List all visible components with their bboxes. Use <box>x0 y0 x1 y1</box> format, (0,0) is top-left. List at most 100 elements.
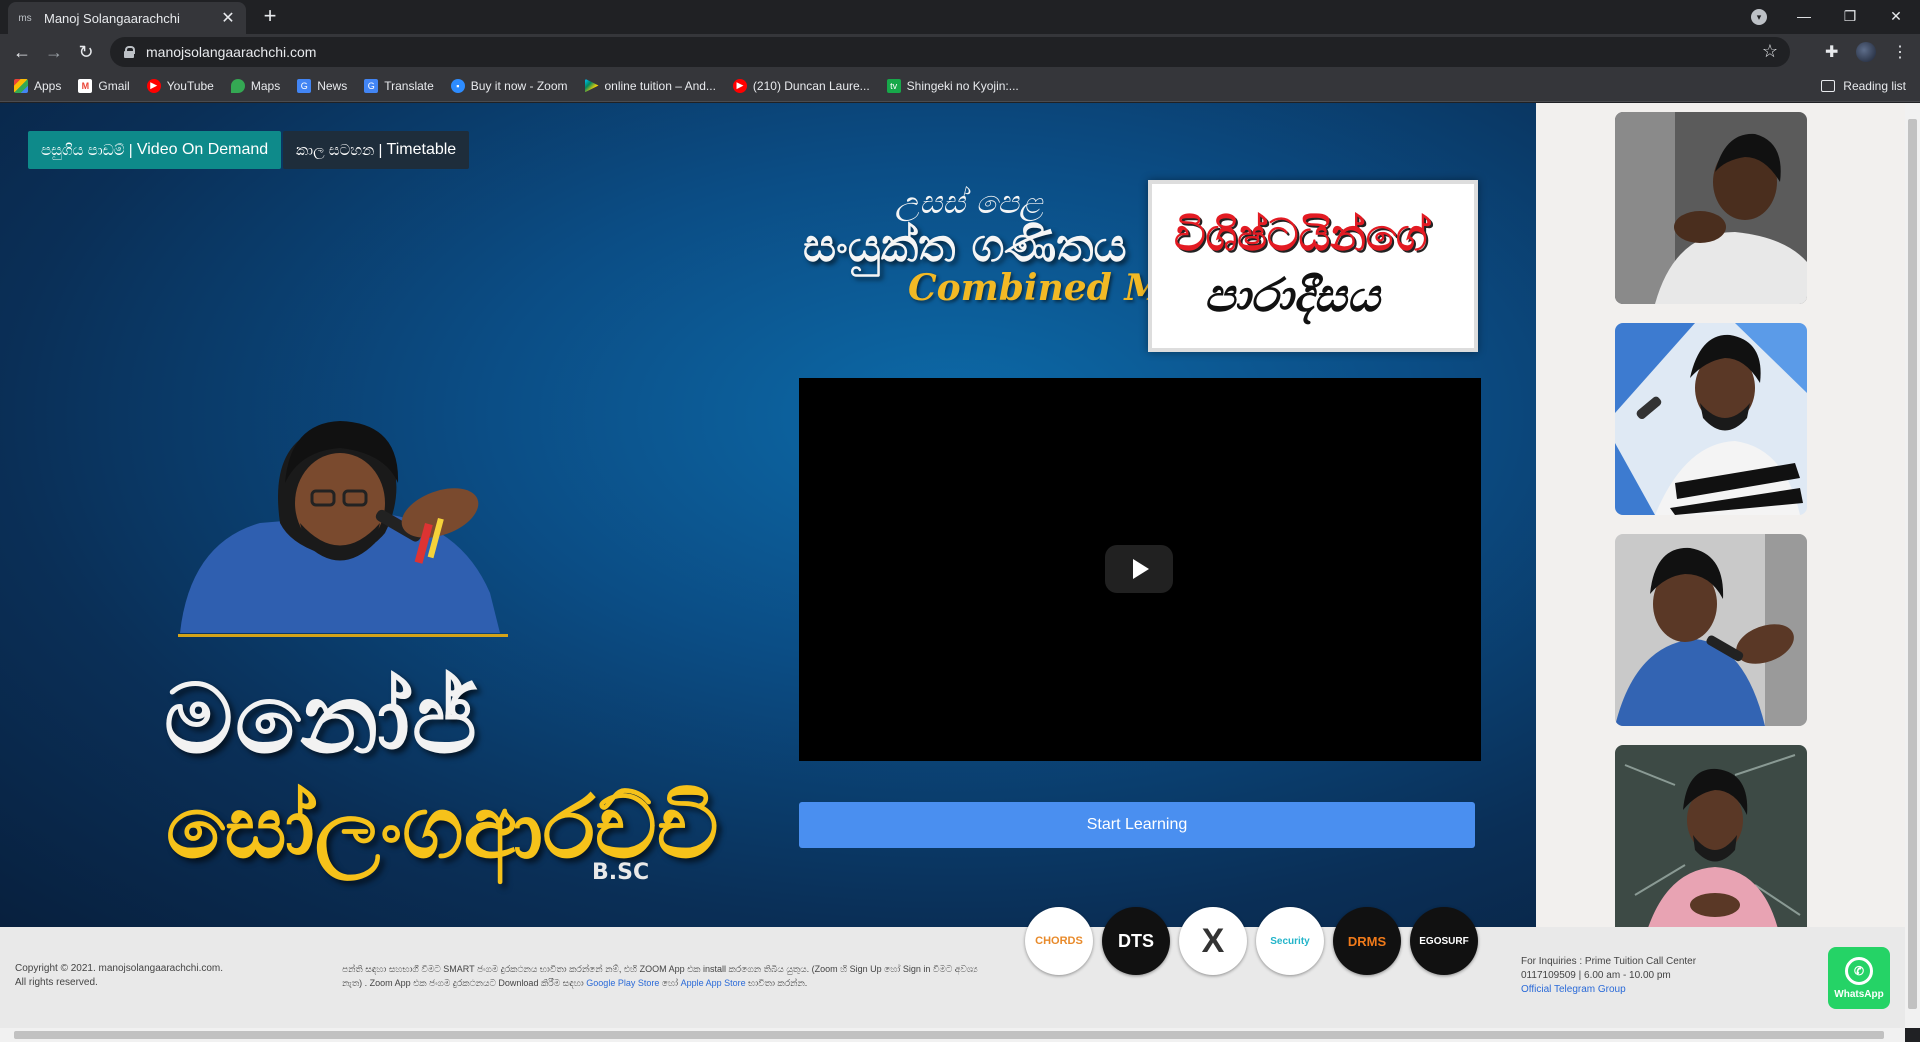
bookmark-label: Shingeki no Kyojin:... <box>906 78 1019 93</box>
youtube-icon: ▶ <box>732 78 747 93</box>
apps-grid-icon <box>14 78 28 93</box>
dts-logo[interactable]: DTS <box>1102 907 1170 975</box>
zoom-instructions: පන්ති සඳහා සහභාගී වීමට SMART ජංගම දුරකථන… <box>342 962 982 990</box>
news-icon: G <box>297 78 312 93</box>
teacher-photo-1 <box>1615 112 1807 304</box>
bookmark-label: Apps <box>34 78 62 93</box>
vod-label-en: Video On Demand <box>136 141 269 158</box>
bookmark-maps[interactable]: Maps <box>230 78 281 93</box>
paradise-logo: විශිෂ්ටයින්ගේ පාරාදීසය <box>1148 180 1478 352</box>
bookmark-zoom[interactable]: ▪ Buy it now - Zoom <box>450 78 568 93</box>
translate-icon: G <box>364 78 379 93</box>
logo-line1: විශිෂ්ටයින්ගේ <box>1174 210 1428 261</box>
security-logo[interactable]: Security <box>1256 907 1324 975</box>
bookmark-gmail[interactable]: M Gmail <box>78 78 130 93</box>
bookmark-label: (210) Duncan Laure... <box>752 78 870 93</box>
timetable-button[interactable]: කාල සටහන | Timetable <box>283 131 470 169</box>
reading-list-button[interactable]: Reading list <box>1821 70 1906 102</box>
maps-icon <box>230 78 245 93</box>
bookmark-duncan[interactable]: ▶ (210) Duncan Laure... <box>732 78 870 93</box>
phone-number: 0117109509 | 6.00 am - 10.00 pm <box>1521 970 1671 981</box>
minimize-icon[interactable]: — <box>1781 0 1827 32</box>
play-icon <box>1133 559 1149 579</box>
close-window-icon[interactable]: ✕ <box>1873 0 1919 32</box>
logo-line2: පාරාදීසය <box>1204 268 1380 322</box>
hero-banner: පසුගිය පාඩම් | Video On Demand කාල සටහන … <box>0 103 1536 927</box>
bookmark-youtube[interactable]: ▶ YouTube <box>146 78 214 93</box>
teacher-photo-3 <box>1615 534 1807 726</box>
teacher-photo-2 <box>1615 323 1807 515</box>
x-logo[interactable]: X <box>1179 907 1247 975</box>
reading-list-icon <box>1821 80 1836 92</box>
address-bar[interactable]: manojsolangaarachchi.com ☆ <box>110 37 1790 67</box>
zoom-icon: ▪ <box>450 78 465 93</box>
drms-logo[interactable]: DRMS <box>1333 907 1401 975</box>
teacher-name-line1: මනෝජ් <box>164 663 479 775</box>
vod-label-si: පසුගිය පාඩම් | <box>41 141 133 159</box>
url-text: manojsolangaarachchi.com <box>146 44 317 60</box>
telegram-link[interactable]: Official Telegram Group <box>1521 983 1696 997</box>
vertical-scroll-thumb[interactable] <box>1908 119 1917 1009</box>
teacher-photo-4 <box>1615 745 1807 937</box>
tab-title: Manoj Solangaarachchi <box>44 10 180 26</box>
inquiries-block: For Inquiries : Prime Tuition Call Cente… <box>1521 955 1696 997</box>
bookmarks-bar: Apps M Gmail ▶ YouTube Maps G News G Transla… <box>0 70 1920 102</box>
bookmark-label: News <box>317 78 348 93</box>
video-on-demand-button[interactable]: පසුගිය පාඩම් | Video On Demand <box>28 131 282 169</box>
bookmark-label: Maps <box>250 78 281 93</box>
whatsapp-button[interactable]: ✆ WhatsApp <box>1828 947 1890 1009</box>
bookmark-label: Translate <box>384 78 434 93</box>
apple-store-link[interactable]: Apple App Store <box>681 978 746 988</box>
new-tab-button[interactable]: + <box>258 4 282 28</box>
restore-icon[interactable]: ❐ <box>1827 0 1873 32</box>
google-play-link[interactable]: Google Play Store <box>586 978 659 988</box>
browser-toolbar: ← → ↻ manojsolangaarachchi.com ☆ ✚ ⋮ <box>0 34 1920 70</box>
bookmark-translate[interactable]: G Translate <box>364 78 434 93</box>
bookmark-online-tuition[interactable]: online tuition – And... <box>584 78 716 93</box>
egosurf-logo[interactable]: EGOSURF <box>1410 907 1478 975</box>
profile-avatar[interactable] <box>1856 42 1876 62</box>
copyright-line1: Copyright © 2021. manojsolangaarachchi.c… <box>15 963 224 974</box>
bookmark-label: YouTube <box>166 78 214 93</box>
tab-search-icon[interactable]: ▾ <box>1751 9 1767 25</box>
back-arrow-icon[interactable]: ← <box>10 40 34 64</box>
bookmark-apps[interactable]: Apps <box>14 78 62 93</box>
tv-icon: tv <box>886 78 901 93</box>
start-learning-button[interactable]: Start Learning <box>799 802 1475 848</box>
browser-tab[interactable]: ms Manoj Solangaarachchi ✕ <box>8 2 246 34</box>
reading-list-label: Reading list <box>1843 79 1906 93</box>
timetable-label-si: කාල සටහන | <box>296 141 383 159</box>
inquiries-label: For Inquiries : Prime Tuition Call Cente… <box>1521 956 1697 967</box>
play-button[interactable] <box>1105 545 1173 593</box>
bookmark-label: online tuition – And... <box>604 78 716 93</box>
timetable-label-en: Timetable <box>386 141 457 158</box>
bookmark-label: Buy it now - Zoom <box>470 78 568 93</box>
vertical-scrollbar[interactable] <box>1905 103 1920 1028</box>
or-text: හෝ <box>661 978 679 988</box>
tab-close-icon[interactable]: ✕ <box>220 8 236 28</box>
site-favicon-icon: ms <box>18 12 32 24</box>
site-footer: Copyright © 2021. manojsolangaarachchi.c… <box>0 907 1920 1028</box>
forward-arrow-icon[interactable]: → <box>42 40 66 64</box>
chords-logo[interactable]: CHORDS <box>1025 907 1093 975</box>
instructions-end: භාවිතා කරන්න. <box>748 978 808 988</box>
copyright-line2: All rights reserved. <box>15 977 98 988</box>
play-store-icon <box>584 78 599 93</box>
bookmark-shingeki[interactable]: tv Shingeki no Kyojin:... <box>886 78 1019 93</box>
video-player[interactable] <box>799 378 1481 761</box>
extensions-puzzle-icon[interactable]: ✚ <box>1825 42 1838 62</box>
bookmark-news[interactable]: G News <box>297 78 348 93</box>
subject-level: උසස් පෙළ <box>895 183 1044 221</box>
bookmark-star-icon[interactable]: ☆ <box>1762 41 1778 62</box>
instructions-text: පන්ති සඳහා සහභාගී වීමට SMART ජංගම දුරකථන… <box>342 964 978 988</box>
more-menu-icon[interactable]: ⋮ <box>1892 42 1908 62</box>
lock-icon <box>124 46 135 58</box>
horizontal-scrollbar[interactable] <box>0 1028 1905 1042</box>
gold-divider <box>178 634 508 637</box>
teacher-portrait-image <box>180 421 500 633</box>
subject-title-si: සංයුක්ත ගණිතය <box>803 218 1127 272</box>
reload-icon[interactable]: ↻ <box>74 40 98 64</box>
gmail-icon: M <box>78 78 93 93</box>
browser-tab-strip: ms Manoj Solangaarachchi ✕ + ▾ — ❐ ✕ <box>0 0 1920 34</box>
horizontal-scroll-thumb[interactable] <box>14 1031 1884 1039</box>
